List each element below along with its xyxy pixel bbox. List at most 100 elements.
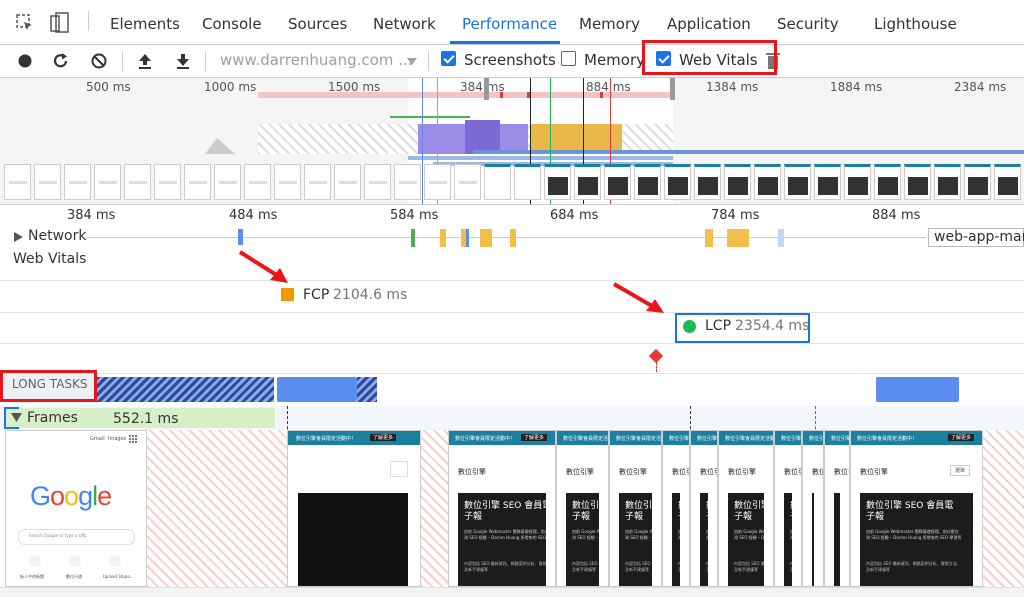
filmstrip-thumbnail[interactable] [814, 164, 841, 200]
network-request-box[interactable]: web-app-man [928, 228, 1024, 247]
reload-icon[interactable] [52, 52, 70, 70]
filmstrip-thumbnail-content [99, 181, 117, 184]
expand-triangle-icon[interactable] [14, 232, 23, 242]
filmstrip-thumbnail[interactable] [544, 164, 571, 200]
frame-screenshot-article[interactable]: 數位引擎會員限定活動中！ 數位引擎數位引擎 SEO 會員電子報由前 Google … [802, 430, 824, 587]
long-task-bar[interactable] [357, 377, 377, 402]
fcp-marker[interactable] [281, 288, 294, 301]
filmstrip-thumbnail[interactable] [304, 164, 331, 200]
frame-screenshot-article[interactable]: 數位引擎會員限定活動中！ 數位引擎數位引擎 SEO 會員電子報由前 Google … [556, 430, 609, 587]
shortcut-tile[interactable] [69, 555, 81, 567]
shortcut-tile[interactable] [109, 555, 121, 567]
frame-screenshot-article[interactable]: 數位引擎會員限定活動中！ 數位引擎數位引擎 SEO 會員電子報由前 Google … [824, 430, 850, 587]
filmstrip-thumbnail[interactable] [154, 164, 181, 200]
site-name: 數位引擎 [728, 468, 756, 476]
filmstrip-thumbnail[interactable] [574, 164, 601, 200]
site-banner-button[interactable]: 了解更多 [370, 434, 397, 441]
filmstrip-thumbnail[interactable] [784, 164, 811, 200]
google-logo-letter: o [50, 481, 65, 511]
filmstrip-thumbnail[interactable] [694, 164, 721, 200]
frame-screenshot-article[interactable]: 數位引擎會員限定活動中！ 數位引擎數位引擎 SEO 會員電子報由前 Google … [662, 430, 690, 587]
frame-screenshot-article[interactable]: 數位引擎會員限定活動中！ 了解更多 數位引擎 選單 數位引擎 SEO 會員電子報 由前 G… [850, 430, 983, 587]
lcp-marker[interactable] [683, 320, 696, 333]
ruler-tick: 784 ms [711, 208, 760, 223]
ruler-tick: 584 ms [390, 208, 439, 223]
frame-screenshot-article[interactable]: 數位引擎會員限定活動中！ 數位引擎數位引擎 SEO 會員電子報由前 Google … [774, 430, 802, 587]
frame-screenshot-article[interactable]: 數位引擎會員限定活動中！ 了解更多 數位引擎 數位引擎 SEO 會員電子報 由前 Goo… [448, 430, 556, 587]
screenshots-checkbox[interactable] [441, 51, 456, 66]
toolbar-separator [122, 51, 123, 71]
filmstrip-thumbnail[interactable] [904, 164, 931, 200]
filmstrip-thumbnail[interactable] [184, 164, 211, 200]
site-menu-button[interactable]: 選單 [949, 465, 970, 476]
filmstrip-thumbnail[interactable] [334, 164, 361, 200]
site-banner-button[interactable]: 了解更多 [520, 434, 547, 441]
long-task-bar[interactable] [277, 377, 357, 402]
long-task-bar[interactable] [96, 377, 274, 402]
filmstrip-thumbnail[interactable] [514, 164, 541, 200]
selection-handle-right[interactable] [670, 78, 675, 100]
tab-security[interactable]: Security [777, 15, 839, 33]
filmstrip-thumbnail[interactable] [484, 164, 511, 200]
filmstrip-thumbnail[interactable] [664, 164, 691, 200]
filmstrip-thumbnail[interactable] [34, 164, 61, 200]
filmstrip-thumbnail[interactable] [844, 164, 871, 200]
frame-screenshot-loading[interactable]: 數位引擎會員限定活動中！ 了解更多 [287, 430, 421, 587]
layout-shift-marker[interactable] [648, 348, 664, 364]
filmstrip-thumbnail-content [39, 181, 57, 184]
site-banner-button[interactable]: 了解更多 [947, 434, 974, 441]
filmstrip-thumbnail[interactable] [274, 164, 301, 200]
site-menu-box[interactable] [390, 461, 408, 477]
filmstrip-thumbnail[interactable] [964, 164, 991, 200]
site-hero: 數位引擎 SEO 會員電子報由前 Google Webmaster 團隊基礎經理… [619, 493, 652, 586]
google-search-box[interactable]: Search Google or type a URL [18, 529, 135, 545]
frame-screenshot-article[interactable]: 數位引擎會員限定活動中！ 數位引擎數位引擎 SEO 會員電子報由前 Google … [718, 430, 774, 587]
filmstrip-thumbnail[interactable] [394, 164, 421, 200]
device-toolbar-icon[interactable] [50, 12, 70, 34]
tab-performance[interactable]: Performance [462, 15, 557, 33]
filmstrip-thumbnail-image [788, 177, 808, 195]
filmstrip-thumbnail[interactable] [364, 164, 391, 200]
filmstrip-thumbnail[interactable] [994, 164, 1021, 200]
filmstrip-thumbnail[interactable] [724, 164, 751, 200]
chevron-down-icon[interactable] [407, 58, 417, 66]
frame-screenshot-google[interactable]: Gmail Images Google Search Google or typ… [5, 430, 147, 587]
selection-handle-left[interactable] [484, 78, 489, 100]
upload-profile-icon[interactable] [137, 52, 153, 70]
filmstrip-thumbnail[interactable] [124, 164, 151, 200]
shortcut-tile[interactable] [29, 555, 41, 567]
filmstrip-thumbnail[interactable] [754, 164, 781, 200]
record-icon[interactable] [17, 53, 33, 69]
tab-console[interactable]: Console [202, 15, 262, 33]
filmstrip-thumbnail[interactable] [454, 164, 481, 200]
filmstrip-thumbnail[interactable] [214, 164, 241, 200]
tab-application[interactable]: Application [667, 15, 751, 33]
tab-network[interactable]: Network [373, 15, 436, 33]
filmstrip-thumbnail[interactable] [424, 164, 451, 200]
filmstrip-thumbnail[interactable] [64, 164, 91, 200]
tab-lighthouse[interactable]: Lighthouse [874, 15, 957, 33]
network-track[interactable]: Network web-app-man [0, 227, 1024, 247]
filmstrip-thumbnail[interactable] [634, 164, 661, 200]
filmstrip-thumbnail[interactable] [94, 164, 121, 200]
filmstrip-thumbnail[interactable] [604, 164, 631, 200]
site-hero: 數位引擎 SEO 會員電子報由前 Google Webmaster 團隊基礎經理… [860, 493, 973, 586]
memory-checkbox[interactable] [561, 51, 576, 66]
tab-memory[interactable]: Memory [579, 15, 640, 33]
frame-screenshot-article[interactable]: 數位引擎會員限定活動中！ 數位引擎數位引擎 SEO 會員電子報由前 Google … [690, 430, 718, 587]
tab-sources[interactable]: Sources [288, 15, 347, 33]
filmstrip-thumbnail[interactable] [874, 164, 901, 200]
frame-screenshot-article[interactable]: 數位引擎會員限定活動中！ 數位引擎數位引擎 SEO 會員電子報由前 Google … [609, 430, 662, 587]
tab-elements[interactable]: Elements [110, 15, 180, 33]
download-profile-icon[interactable] [175, 52, 191, 70]
inspect-element-icon[interactable] [16, 14, 34, 32]
site-hero: 數位引擎 SEO 會員電子報由前 Google Webmaster 團隊基礎經理… [728, 493, 764, 586]
long-task-bar[interactable] [876, 377, 959, 402]
site-hero-footer: 內容包括 SEO 最新資訊、網路案例分析、實際方法，及新手建議等 [572, 561, 599, 572]
recording-url-select[interactable]: www.darrenhuang.com ... [220, 51, 413, 69]
filmstrip-thumbnail[interactable] [244, 164, 271, 200]
network-request-name: web-app-man [934, 229, 1024, 245]
clear-icon[interactable] [90, 52, 108, 70]
filmstrip-thumbnail[interactable] [934, 164, 961, 200]
filmstrip-thumbnail[interactable] [4, 164, 31, 200]
